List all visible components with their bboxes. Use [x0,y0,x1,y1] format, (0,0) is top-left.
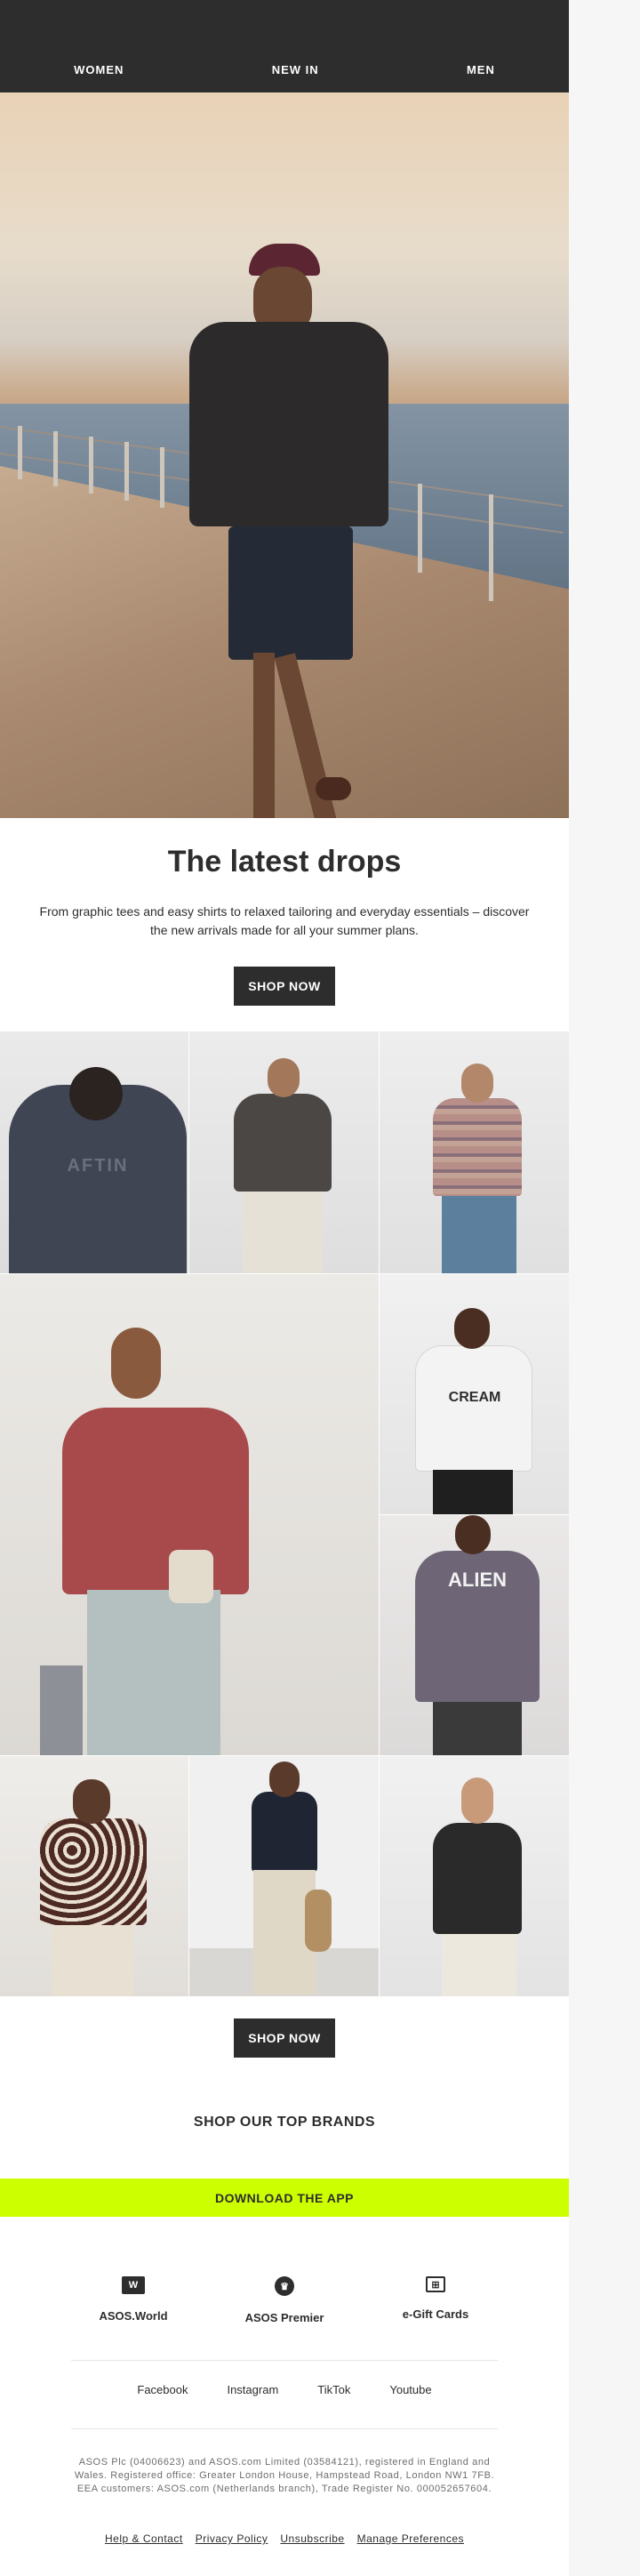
top-nav: WOMEN NEW IN MEN [0,0,569,92]
shorts-shape [433,1702,522,1755]
hero-rail-post [418,484,422,573]
manage-preferences-link[interactable]: Manage Preferences [357,2532,464,2545]
basket-bag-shape [305,1890,332,1952]
divider [71,2428,498,2429]
product-tile-henley-top[interactable] [380,1756,569,1996]
head-shape [461,1778,493,1824]
product-tile-print-shirt[interactable] [0,1756,188,1996]
print-shirt-shape [40,1818,147,1925]
footer-links: Help & Contact Privacy Policy Unsubscrib… [0,2532,569,2545]
e-gift-cards-link[interactable]: ⊞ e-Gift Cards [373,2276,498,2326]
shirt-shape [234,1094,332,1192]
head-shape [69,1067,123,1120]
hero-rail-post [18,426,22,479]
hero-rail-post [160,447,164,508]
tee-print-text: CREAM [448,1390,501,1405]
hero-rail-post [489,494,493,601]
trousers-shape [243,1192,323,1273]
denim-jacket-shape [189,322,388,526]
social-links: Facebook Instagram TikTok Youtube [0,2383,569,2396]
product-tile-red-tee[interactable] [0,1274,379,1755]
head-shape [73,1779,110,1824]
head-shape [461,1063,493,1103]
feature-label: ASOS.World [99,2309,168,2323]
cta-section: SHOP NOW [0,2018,569,2058]
hero-rail-post [89,437,93,494]
henley-shape [433,1823,522,1934]
feature-label: e-Gift Cards [402,2307,469,2321]
knit-vest-shape [252,1792,317,1872]
hero-image[interactable] [0,92,569,818]
instagram-link[interactable]: Instagram [227,2383,278,2396]
product-tile-knit-vest[interactable] [189,1756,379,1996]
asos-world-link[interactable]: W ASOS.World [71,2276,196,2326]
hero-rail-post [124,442,129,501]
shorts-shape [433,1470,513,1514]
legal-text: ASOS Plc (04006623) and ASOS.com Limited… [74,2457,495,2494]
download-app-banner[interactable]: DOWNLOAD THE APP [0,2179,569,2217]
asos-premier-link[interactable]: ♛ ASOS Premier [222,2276,347,2326]
jeans-shape [442,1196,516,1273]
gift-card-icon: ⊞ [426,2276,445,2292]
facebook-link[interactable]: Facebook [137,2383,188,2396]
tiktok-link[interactable]: TikTok [317,2383,350,2396]
tee-print-text: ALIEN [448,1569,507,1591]
unsubscribe-link[interactable]: Unsubscribe [280,2532,344,2545]
trousers-shape [52,1925,133,1996]
leg-shape [253,653,275,818]
feature-label: ASOS Premier [244,2311,324,2324]
shop-now-button[interactable]: SHOP NOW [234,967,335,1006]
divider [71,2360,498,2361]
shop-now-button-secondary[interactable]: SHOP NOW [234,2018,335,2058]
privacy-policy-link[interactable]: Privacy Policy [196,2532,268,2545]
section-description: From graphic tees and easy shirts to rel… [39,904,530,937]
product-tile-graphic-tee-back[interactable]: AFTIN [0,1031,188,1273]
bag-shape [169,1550,213,1603]
asos-world-icon: W [122,2276,145,2294]
product-tile-jersey-top[interactable]: CREAM [380,1274,569,1514]
help-contact-link[interactable]: Help & Contact [105,2532,183,2545]
shoe-shape [316,777,351,800]
head-shape [454,1308,490,1349]
product-tile-striped-tee[interactable] [380,1031,569,1273]
hero-model [182,244,396,818]
hero-rail-post [53,431,58,486]
tee-print-text: AFTIN [67,1156,129,1176]
email-container: WOMEN NEW IN MEN The latest drops From g… [0,0,569,2576]
nav-new-in-link[interactable]: NEW IN [272,63,319,76]
product-tile-patterned-shirt[interactable] [189,1031,379,1273]
head-shape [455,1515,491,1554]
trousers-shape [442,1934,516,1996]
intro-section: The latest drops From graphic tees and e… [0,818,569,1006]
brands-heading: SHOP OUR TOP BRANDS [193,2115,376,2130]
head-shape [111,1328,161,1399]
red-tee-shape [62,1408,249,1594]
shorts-shape [228,526,353,660]
striped-tee-shape [433,1098,522,1196]
head-shape [269,1761,300,1797]
section-title: The latest drops [167,845,402,879]
head-shape [268,1058,300,1097]
youtube-link[interactable]: Youtube [389,2383,431,2396]
product-tile-alien-tee[interactable]: ALIEN [380,1515,569,1755]
crown-icon: ♛ [275,2276,294,2296]
jersey-shape [415,1345,532,1472]
nav-women-link[interactable]: WOMEN [74,63,124,76]
denim-shorts-shape [87,1590,220,1755]
feature-links: W ASOS.World ♛ ASOS Premier ⊞ e-Gift Car… [71,2276,498,2326]
nav-men-link[interactable]: MEN [467,63,495,76]
shirt-in-hand-shape [40,1665,83,1755]
